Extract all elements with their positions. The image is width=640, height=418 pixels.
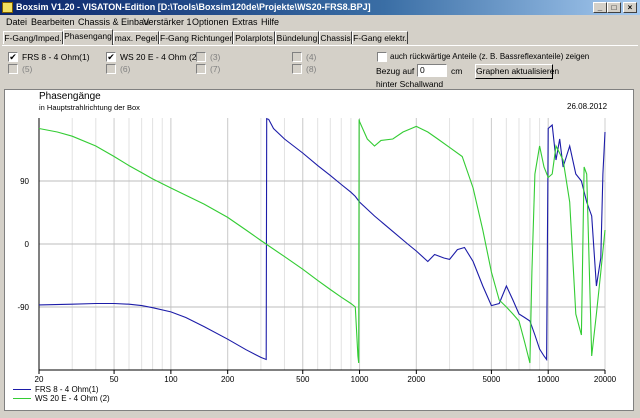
app-icon bbox=[2, 2, 13, 13]
channel-2-checkbox[interactable]: ✔ bbox=[106, 52, 116, 62]
channel-3-label: (3) bbox=[210, 52, 221, 62]
channel-8-checkbox[interactable] bbox=[292, 64, 302, 74]
tab-panel-border bbox=[2, 45, 638, 46]
channel-6-checkbox[interactable] bbox=[106, 64, 116, 74]
x-tick-label: 2000 bbox=[407, 375, 425, 384]
channel-1-label: FRS 8 - 4 Ohm(1) bbox=[22, 52, 90, 62]
menu-bar: Datei Bearbeiten Chassis & Einbau Verstä… bbox=[0, 15, 640, 30]
channel-5-checkbox[interactable] bbox=[8, 64, 18, 74]
tab-max-pegel[interactable]: max. Pegel bbox=[113, 31, 159, 44]
x-tick-label: 200 bbox=[221, 375, 235, 384]
reference-distance-input[interactable]: 0 bbox=[417, 64, 447, 77]
y-tick-label: 90 bbox=[20, 177, 29, 186]
x-tick-label: 10000 bbox=[537, 375, 560, 384]
tab-fgang-imped[interactable]: F-Gang/Imped. bbox=[3, 31, 63, 44]
x-tick-label: 5000 bbox=[483, 375, 501, 384]
series-line-2 bbox=[38, 119, 606, 364]
reference-label: Bezug auf bbox=[376, 66, 415, 76]
menu-bearbeiten[interactable]: Bearbeiten bbox=[31, 17, 75, 27]
channel-7-checkbox[interactable] bbox=[196, 64, 206, 74]
channel-4-label: (4) bbox=[306, 52, 317, 62]
window-title: Boxsim V1.20 - VISATON-Edition [D:\Tools… bbox=[16, 2, 371, 12]
channel-2-label: WS 20 E - 4 Ohm (2) bbox=[120, 52, 200, 62]
menu-hilfe[interactable]: Hilfe bbox=[261, 17, 279, 27]
x-tick-label: 100 bbox=[164, 375, 178, 384]
rear-parts-label: auch rückwärtige Anteile (z. B. Bassrefl… bbox=[390, 52, 590, 61]
close-button[interactable]: × bbox=[623, 2, 637, 13]
tab-polarplots[interactable]: Polarplots bbox=[233, 31, 275, 44]
tab-strip: F-Gang/Imped. Phasengang max. Pegel F-Ga… bbox=[0, 29, 640, 45]
rear-parts-checkbox[interactable] bbox=[377, 52, 387, 62]
channel-4-checkbox[interactable] bbox=[292, 52, 302, 62]
menu-chassis-einbau[interactable]: Chassis & Einbau bbox=[78, 17, 149, 27]
channel-3-checkbox[interactable] bbox=[196, 52, 206, 62]
tab-phasengang[interactable]: Phasengang bbox=[63, 29, 113, 45]
menu-verstaerker[interactable]: Verstärker 1 bbox=[143, 17, 192, 27]
y-tick-label: 0 bbox=[25, 240, 30, 249]
x-tick-label: 500 bbox=[296, 375, 310, 384]
channel-1-checkbox[interactable]: ✔ bbox=[8, 52, 18, 62]
legend-swatch-1 bbox=[13, 389, 31, 390]
x-tick-label: 50 bbox=[110, 375, 119, 384]
tab-buendelung[interactable]: Bündelung bbox=[275, 31, 319, 44]
chart-plot-area: 20 50 100 200 500 1000 2000 5000 10000 20000 90 0 -9… bbox=[17, 117, 617, 384]
legend-swatch-2 bbox=[13, 398, 31, 399]
reference-label-2: hinter Schallwand bbox=[376, 79, 444, 89]
tab-chassis[interactable]: Chassis bbox=[319, 31, 352, 44]
channel-6-label: (6) bbox=[120, 64, 131, 74]
y-tick-label: -90 bbox=[17, 303, 29, 312]
tab-fgang-richtungen[interactable]: F-Gang Richtungen bbox=[159, 31, 233, 44]
menu-optionen[interactable]: Optionen bbox=[192, 17, 229, 27]
menu-datei[interactable]: Datei bbox=[6, 17, 27, 27]
channel-7-label: (7) bbox=[210, 64, 221, 74]
tab-fgang-elektr[interactable]: F-Gang elektr. bbox=[352, 31, 408, 44]
legend-label-1: FRS 8 - 4 Ohm(1) bbox=[35, 385, 99, 394]
minimize-button[interactable]: _ bbox=[593, 2, 607, 13]
update-graph-button[interactable]: Graphen aktualisieren bbox=[475, 64, 559, 79]
legend-label-2: WS 20 E - 4 Ohm (2) bbox=[35, 394, 110, 403]
x-tick-label: 20000 bbox=[594, 375, 617, 384]
menu-extras[interactable]: Extras bbox=[232, 17, 258, 27]
title-bar: Boxsim V1.20 - VISATON-Edition [D:\Tools… bbox=[0, 0, 640, 15]
x-tick-label: 20 bbox=[35, 375, 44, 384]
channel-5-label: (5) bbox=[22, 64, 33, 74]
reference-unit: cm bbox=[451, 66, 463, 76]
maximize-button[interactable]: □ bbox=[607, 2, 621, 13]
phase-chart: Phasengänge in Hauptstrahlrichtung der B… bbox=[4, 89, 634, 411]
x-tick-label: 1000 bbox=[351, 375, 369, 384]
channel-8-label: (8) bbox=[306, 64, 317, 74]
